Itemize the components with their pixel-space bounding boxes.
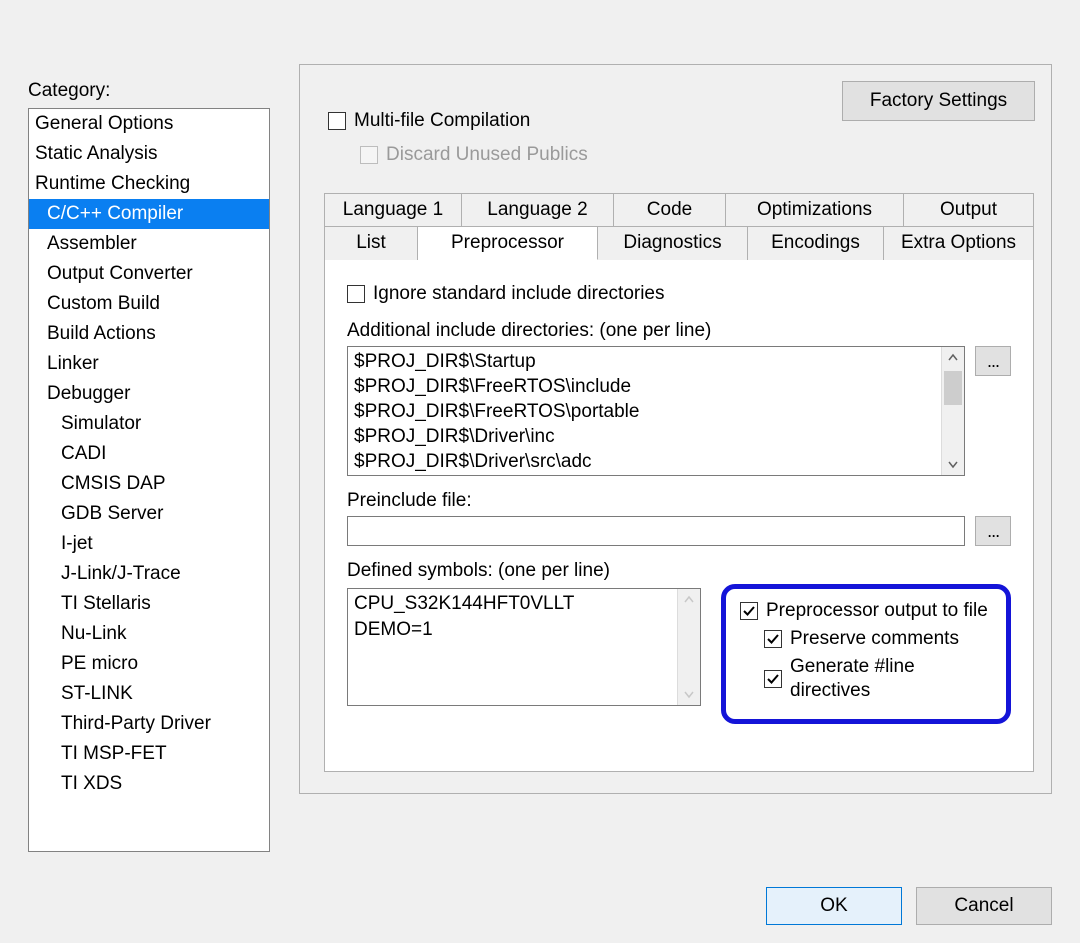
category-item[interactable]: I-jet — [29, 529, 269, 559]
ignore-std-include-label: Ignore standard include directories — [373, 282, 665, 306]
category-item[interactable]: Static Analysis — [29, 139, 269, 169]
checkbox-checked-icon — [740, 602, 758, 620]
dialog-buttons: OK Cancel — [766, 887, 1052, 925]
category-item[interactable]: Assembler — [29, 229, 269, 259]
category-item[interactable]: Custom Build — [29, 289, 269, 319]
factory-settings-label: Factory Settings — [870, 90, 1007, 112]
checkbox-box-icon — [328, 112, 346, 130]
tab-list[interactable]: List — [324, 227, 418, 260]
preserve-comments-checkbox[interactable]: Preserve comments — [764, 627, 992, 651]
generate-line-directives-label: Generate #line directives — [790, 655, 992, 703]
additional-include-label: Additional include directories: (one per… — [347, 320, 1011, 342]
factory-settings-button[interactable]: Factory Settings — [842, 81, 1035, 121]
discard-unused-publics-checkbox: Discard Unused Publics — [360, 143, 588, 167]
additional-include-value: $PROJ_DIR$\Startup $PROJ_DIR$\FreeRTOS\i… — [354, 349, 940, 474]
tab-diagnostics[interactable]: Diagnostics — [598, 227, 748, 260]
cancel-label: Cancel — [954, 895, 1013, 917]
options-dialog: Category: General OptionsStatic Analysis… — [0, 0, 1080, 943]
tab-preprocessor-body: Ignore standard include directories Addi… — [324, 260, 1034, 772]
checkbox-box-icon — [360, 146, 378, 164]
ellipsis-icon: ... — [987, 521, 999, 542]
category-label: Category: — [28, 80, 110, 102]
additional-include-textarea[interactable]: $PROJ_DIR$\Startup $PROJ_DIR$\FreeRTOS\i… — [347, 346, 965, 476]
checkbox-checked-icon — [764, 630, 782, 648]
scroll-thumb[interactable] — [944, 371, 962, 405]
discard-unused-publics-label: Discard Unused Publics — [386, 143, 588, 167]
scroll-down-icon[interactable] — [942, 453, 964, 475]
scrollbar[interactable] — [941, 347, 964, 475]
tab-extra-options[interactable]: Extra Options — [884, 227, 1034, 260]
defined-symbols-textarea[interactable]: CPU_S32K144HFT0VLLT DEMO=1 — [347, 588, 701, 706]
category-item[interactable]: ST-LINK — [29, 679, 269, 709]
preserve-comments-label: Preserve comments — [790, 627, 959, 651]
tab-output[interactable]: Output — [904, 193, 1034, 227]
defined-symbols-label: Defined symbols: (one per line) — [347, 560, 1011, 582]
tab-language-2[interactable]: Language 2 — [462, 193, 614, 227]
checkbox-box-icon — [347, 285, 365, 303]
category-item[interactable]: Linker — [29, 349, 269, 379]
category-item[interactable]: Third-Party Driver — [29, 709, 269, 739]
multi-file-compilation-label: Multi-file Compilation — [354, 109, 530, 133]
tab-encodings[interactable]: Encodings — [748, 227, 884, 260]
tab-preprocessor[interactable]: Preprocessor — [418, 227, 598, 260]
category-item[interactable]: CADI — [29, 439, 269, 469]
multi-file-compilation-checkbox[interactable]: Multi-file Compilation — [328, 109, 530, 133]
pp-output-to-file-label: Preprocessor output to file — [766, 599, 988, 623]
category-item[interactable]: GDB Server — [29, 499, 269, 529]
category-item[interactable]: J-Link/J-Trace — [29, 559, 269, 589]
browse-preinclude-button[interactable]: ... — [975, 516, 1011, 546]
scroll-down-icon[interactable] — [678, 683, 700, 705]
category-item[interactable]: Output Converter — [29, 259, 269, 289]
category-item[interactable]: General Options — [29, 109, 269, 139]
ok-label: OK — [820, 895, 847, 917]
ellipsis-icon: ... — [987, 351, 999, 372]
checkbox-checked-icon — [764, 670, 782, 688]
defined-symbols-value: CPU_S32K144HFT0VLLT DEMO=1 — [354, 591, 676, 643]
category-item[interactable]: Nu-Link — [29, 619, 269, 649]
tab-code[interactable]: Code — [614, 193, 726, 227]
ignore-std-include-checkbox[interactable]: Ignore standard include directories — [347, 282, 1011, 306]
category-item[interactable]: Simulator — [29, 409, 269, 439]
category-item[interactable]: TI Stellaris — [29, 589, 269, 619]
scroll-up-icon[interactable] — [678, 589, 700, 611]
tab-language-1[interactable]: Language 1 — [324, 193, 462, 227]
category-item[interactable]: Debugger — [29, 379, 269, 409]
scroll-up-icon[interactable] — [942, 347, 964, 369]
cancel-button[interactable]: Cancel — [916, 887, 1052, 925]
category-item[interactable]: Build Actions — [29, 319, 269, 349]
pp-output-to-file-checkbox[interactable]: Preprocessor output to file — [740, 599, 992, 623]
browse-include-button[interactable]: ... — [975, 346, 1011, 376]
tab-strip: Language 1Language 2CodeOptimizationsOut… — [324, 193, 1034, 260]
category-item[interactable]: PE micro — [29, 649, 269, 679]
category-item[interactable]: TI XDS — [29, 769, 269, 799]
category-list[interactable]: General OptionsStatic AnalysisRuntime Ch… — [28, 108, 270, 852]
generate-line-directives-checkbox[interactable]: Generate #line directives — [764, 655, 992, 703]
preinclude-input[interactable] — [347, 516, 965, 546]
settings-panel: Factory Settings Multi-file Compilation … — [299, 64, 1052, 794]
preinclude-label: Preinclude file: — [347, 490, 1011, 512]
preprocessor-output-highlight: Preprocessor output to file Preserve com… — [721, 584, 1011, 724]
category-item[interactable]: C/C++ Compiler — [29, 199, 269, 229]
tab-optimizations[interactable]: Optimizations — [726, 193, 904, 227]
scrollbar[interactable] — [677, 589, 700, 705]
ok-button[interactable]: OK — [766, 887, 902, 925]
category-item[interactable]: TI MSP-FET — [29, 739, 269, 769]
category-item[interactable]: Runtime Checking — [29, 169, 269, 199]
category-item[interactable]: CMSIS DAP — [29, 469, 269, 499]
